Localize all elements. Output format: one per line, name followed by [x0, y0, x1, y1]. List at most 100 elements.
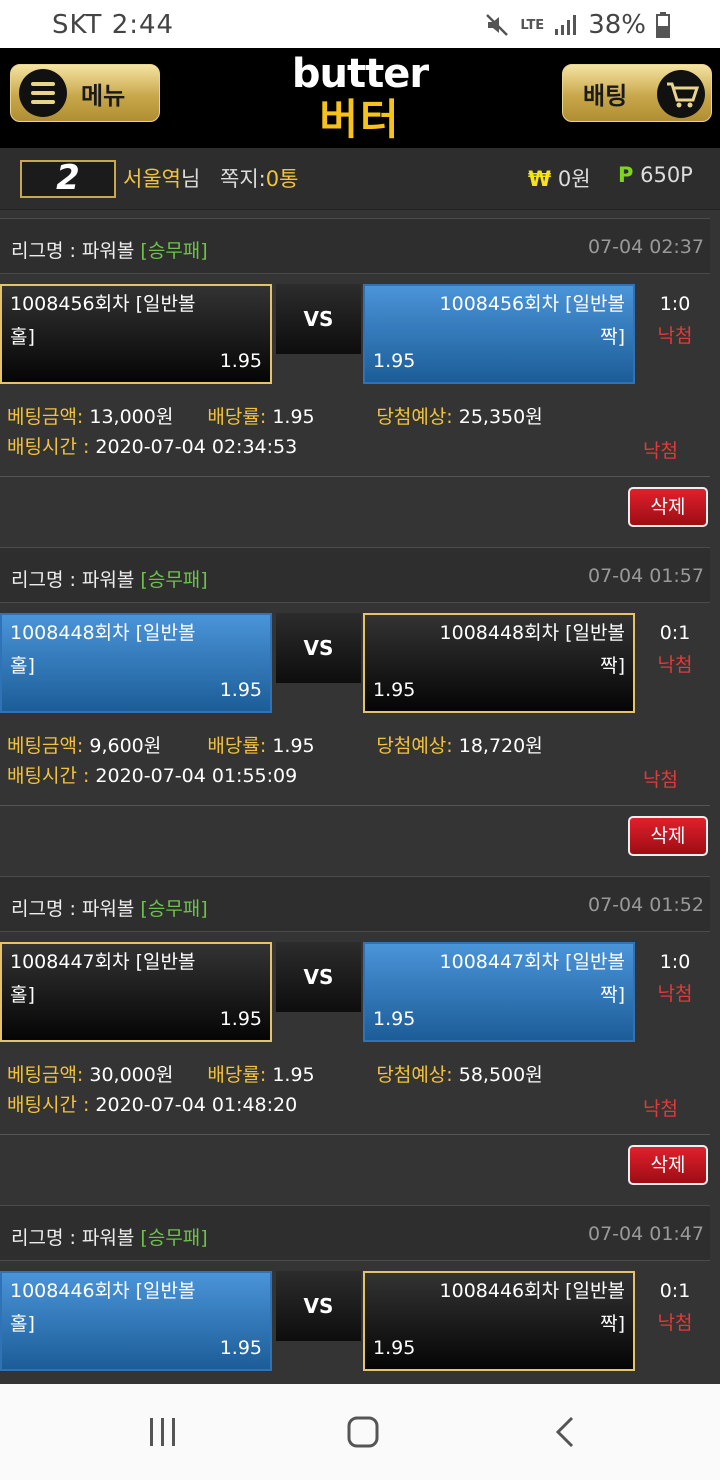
match-row: 1008448회차 [일반볼 홀] 1.95 VS 1008448회차 [일반볼…	[0, 603, 710, 721]
odds-value: 1.95	[272, 406, 315, 428]
bet-card: 리그명 : 파워볼 [승무패] 07-04 02:37 1008456회차 [일…	[0, 218, 710, 540]
bet-amount: 13,000원	[89, 406, 174, 428]
bet-type: [승무패]	[140, 1227, 208, 1249]
odds-value: 1.95	[272, 735, 315, 757]
bet-type: [승무패]	[140, 569, 208, 591]
league-label: 리그명 : 파워볼	[11, 240, 135, 262]
league-label: 리그명 : 파워볼	[11, 1227, 135, 1249]
league-time: 07-04 01:52	[587, 894, 704, 916]
home-option[interactable]: 1008447회차 [일반볼 홀] 1.95	[0, 942, 272, 1042]
bet-card: 리그명 : 파워볼 [승무패] 07-04 01:52 1008447회차 [일…	[0, 876, 710, 1198]
score-box: 1:0 낙첨	[650, 288, 700, 352]
league-row: 리그명 : 파워볼 [승무패] 07-04 01:47	[0, 1205, 710, 1261]
league-row: 리그명 : 파워볼 [승무패] 07-04 01:57	[0, 547, 710, 603]
league-name: 리그명 : 파워볼 [승무패]	[11, 1223, 208, 1250]
point-icon: P	[618, 163, 634, 187]
bet-info: 베팅금액: 30,000원 배당률: 1.95 당첨예상: 58,500원 배팅…	[0, 1050, 710, 1134]
logo-english: butter	[291, 51, 429, 97]
back-icon[interactable]	[548, 1414, 584, 1450]
score-text: 0:1	[659, 1280, 691, 1302]
league-time: 07-04 01:57	[587, 565, 704, 587]
betting-cart-button[interactable]: 배팅	[562, 64, 712, 122]
cart-icon	[657, 70, 705, 118]
away-line1: 1008448회차 [일반볼	[439, 622, 625, 644]
result-text: 낙첨	[657, 1312, 693, 1334]
note-label: 쪽지:	[220, 167, 266, 191]
status-bar: SKT 2:44 LTE 38%	[0, 0, 720, 48]
vs-label: VS	[276, 613, 361, 683]
league-label: 리그명 : 파워볼	[11, 898, 135, 920]
away-option[interactable]: 1008456회차 [일반볼 짝] 1.95	[363, 284, 635, 384]
expected-value: 25,350원	[458, 406, 543, 428]
vs-label: VS	[276, 1271, 361, 1341]
bet-type: [승무패]	[140, 240, 208, 262]
bet-time-row: 배팅시간 : 2020-07-04 02:34:53	[7, 432, 297, 459]
odds-label: 배당률:	[207, 735, 267, 757]
user-name-text: 서울역	[123, 167, 181, 191]
bet-time: 2020-07-04 01:48:20	[95, 1094, 298, 1116]
home-option[interactable]: 1008448회차 [일반볼 홀] 1.95	[0, 613, 272, 713]
message-count[interactable]: 쪽지:0통	[220, 163, 298, 193]
home-line1: 1008447회차 [일반볼	[10, 951, 196, 973]
bet-status: 낙첨	[643, 440, 678, 462]
home-line1: 1008446회차 [일반볼	[10, 1280, 196, 1302]
delete-button[interactable]: 삭제	[628, 487, 708, 527]
bet-card: 리그명 : 파워볼 [승무패] 07-04 01:57 1008448회차 [일…	[0, 547, 710, 869]
match-row: 1008446회차 [일반볼 홀] 1.95 VS 1008446회차 [일반볼…	[0, 1261, 710, 1379]
result-text: 낙첨	[657, 654, 693, 676]
clock-text: 2:44	[111, 10, 175, 40]
league-label: 리그명 : 파워볼	[11, 569, 135, 591]
won-value: 0원	[557, 167, 591, 191]
league-name: 리그명 : 파워볼 [승무패]	[11, 236, 208, 263]
away-odds: 1.95	[373, 679, 416, 701]
delete-row: 삭제	[0, 476, 710, 540]
home-odds: 1.95	[219, 350, 262, 372]
menu-button[interactable]: 메뉴	[10, 64, 160, 122]
away-option[interactable]: 1008446회차 [일반볼 짝] 1.95	[363, 1271, 635, 1371]
away-odds: 1.95	[373, 350, 416, 372]
logo[interactable]: butter 버터	[272, 52, 448, 146]
bet-summary: 베팅금액: 9,600원 배당률: 1.95 당첨예상: 18,720원	[7, 731, 543, 758]
home-odds: 1.95	[219, 679, 262, 701]
bet-time-label: 배팅시간 :	[7, 1094, 90, 1116]
battery-percent: 38%	[588, 10, 646, 40]
expected-value: 58,500원	[458, 1064, 543, 1086]
score-text: 1:0	[659, 293, 691, 315]
note-count: 0통	[265, 167, 299, 191]
score-box: 1:0 낙첨	[650, 946, 700, 1010]
bet-amount-label: 베팅금액:	[7, 1064, 84, 1086]
away-odds: 1.95	[373, 1008, 416, 1030]
network-type: LTE	[520, 17, 545, 33]
away-option[interactable]: 1008447회차 [일반볼 짝] 1.95	[363, 942, 635, 1042]
home-odds: 1.95	[219, 1008, 262, 1030]
app-header: 메뉴 butter 버터 배팅	[0, 48, 720, 148]
delete-row: 삭제	[0, 1134, 710, 1198]
result-text: 낙첨	[657, 325, 693, 347]
system-nav-bar	[0, 1384, 720, 1480]
bet-info: 베팅금액: 13,000원 배당률: 1.95 당첨예상: 25,350원 배팅…	[0, 392, 710, 476]
vs-label: VS	[276, 284, 361, 354]
home-option[interactable]: 1008446회차 [일반볼 홀] 1.95	[0, 1271, 272, 1371]
away-line1: 1008456회차 [일반볼	[439, 293, 625, 315]
league-row: 리그명 : 파워볼 [승무패] 07-04 02:37	[0, 218, 710, 274]
recent-apps-icon[interactable]	[145, 1414, 181, 1450]
home-odds: 1.95	[219, 1337, 262, 1359]
away-option[interactable]: 1008448회차 [일반볼 짝] 1.95	[363, 613, 635, 713]
bet-time: 2020-07-04 02:34:53	[95, 436, 298, 458]
league-name: 리그명 : 파워볼 [승무패]	[11, 894, 208, 921]
bet-summary: 베팅금액: 30,000원 배당률: 1.95 당첨예상: 58,500원	[7, 1060, 543, 1087]
bet-amount: 30,000원	[89, 1064, 174, 1086]
carrier-text: SKT	[52, 10, 103, 40]
bet-time-label: 배팅시간 :	[7, 765, 90, 787]
user-name[interactable]: 서울역님	[123, 163, 200, 193]
bet-amount-label: 베팅금액:	[7, 735, 84, 757]
home-icon[interactable]	[345, 1414, 381, 1450]
expected-label: 당첨예상:	[376, 735, 453, 757]
bet-label: 배팅	[583, 81, 628, 110]
status-carrier-time: SKT 2:44	[52, 10, 174, 40]
league-time: 07-04 02:37	[587, 236, 704, 258]
status-indicators: LTE 38%	[484, 10, 670, 40]
delete-button[interactable]: 삭제	[628, 1145, 708, 1185]
home-option[interactable]: 1008456회차 [일반볼 홀] 1.95	[0, 284, 272, 384]
delete-button[interactable]: 삭제	[628, 816, 708, 856]
